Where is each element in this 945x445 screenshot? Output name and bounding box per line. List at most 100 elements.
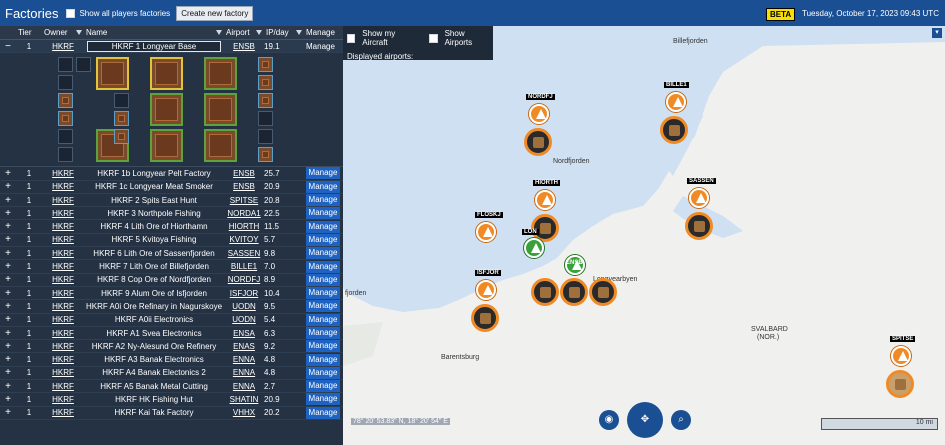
- header-name[interactable]: Name: [84, 28, 224, 37]
- airport-link[interactable]: KVITOY: [224, 235, 264, 244]
- airport-link[interactable]: ENSA: [224, 329, 264, 338]
- owner-link[interactable]: HKRF: [42, 182, 84, 191]
- table-row[interactable]: +1 HKRF HKRF 3 Northpole Fishing NORDA1 22.5…: [0, 207, 343, 221]
- slot-item[interactable]: [258, 147, 273, 163]
- airport-link[interactable]: NORDA1: [224, 209, 264, 218]
- slot-item[interactable]: [258, 75, 273, 91]
- owner-link[interactable]: HKRF: [42, 368, 84, 377]
- table-row[interactable]: +1 HKRF HKRF 1c Longyear Meat Smoker ENSB 20…: [0, 180, 343, 194]
- table-row[interactable]: +1 HKRF HKRF 7 Lith Ore of Billefjorden BIL…: [0, 260, 343, 274]
- pan-control[interactable]: ✥: [627, 402, 663, 438]
- slot-item[interactable]: [258, 93, 273, 109]
- slot-item-large[interactable]: [204, 93, 237, 127]
- slot[interactable]: [58, 129, 73, 145]
- airport-link[interactable]: SHATIN: [224, 395, 264, 404]
- slot-item-large[interactable]: [204, 129, 237, 163]
- table-row-expanded[interactable]: − 1 HKRF HKRF 1 Longyear Base ENSB 19.1 …: [0, 40, 343, 54]
- table-row[interactable]: +1 HKRF HKRF 8 Cop Ore of Nordfjorden NORDF…: [0, 273, 343, 287]
- map-view[interactable]: Show my Aircraft Show Airports Displayed…: [343, 26, 945, 445]
- table-row[interactable]: +1 HKRF HKRF A1 Svea Electronics ENSA 6.3 Man…: [0, 327, 343, 341]
- expand-toggle[interactable]: +: [0, 407, 16, 418]
- filter-icon[interactable]: [76, 30, 82, 35]
- manage-button[interactable]: Manage: [306, 42, 335, 51]
- factory-marker[interactable]: [531, 278, 559, 306]
- table-row[interactable]: +1 HKRF HKRF 5 Kvitoya Fishing KVITOY 5.7 Man…: [0, 233, 343, 248]
- create-factory-button[interactable]: Create new factory: [176, 5, 254, 21]
- expand-toggle[interactable]: +: [0, 381, 16, 392]
- manage-button[interactable]: Manage: [306, 260, 340, 273]
- slot[interactable]: [58, 57, 73, 73]
- factory-marker[interactable]: [471, 304, 499, 332]
- factory-marker[interactable]: [589, 278, 617, 306]
- factory-name[interactable]: HKRF 1 Longyear Base: [87, 40, 221, 52]
- expand-toggle[interactable]: +: [0, 195, 16, 206]
- table-row[interactable]: +1 HKRF HKRF A0ii Electronics UODN 5.4 Manage: [0, 313, 343, 327]
- expand-toggle[interactable]: +: [0, 367, 16, 378]
- eye-icon[interactable]: ◉: [599, 410, 619, 430]
- owner-link[interactable]: HKRF: [42, 302, 84, 311]
- expand-toggle[interactable]: +: [0, 248, 16, 259]
- owner-link[interactable]: HKRF: [42, 249, 84, 258]
- owner-link[interactable]: HKRF: [42, 289, 84, 298]
- manage-button[interactable]: Manage: [306, 366, 340, 379]
- manage-button[interactable]: Manage: [306, 167, 340, 180]
- filter-icon[interactable]: [296, 30, 302, 35]
- airport-marker[interactable]: [529, 104, 549, 124]
- table-row[interactable]: +1 HKRF HKRF HK Fishing Hut SHATIN 20.9 Manag…: [0, 393, 343, 407]
- manage-button[interactable]: Manage: [306, 340, 340, 353]
- airport-link[interactable]: SPITSE: [224, 196, 264, 205]
- collapse-toggle[interactable]: −: [0, 41, 16, 52]
- table-row[interactable]: +1 HKRF HKRF 4 Lith Ore of Hiorthamn HIORTH…: [0, 220, 343, 234]
- slot[interactable]: [58, 75, 73, 91]
- owner-link[interactable]: HKRF: [42, 342, 84, 351]
- manage-button[interactable]: Manage: [306, 327, 340, 339]
- manage-button[interactable]: Manage: [306, 380, 340, 393]
- slot-item[interactable]: [114, 129, 129, 145]
- table-row[interactable]: +1 HKRF HKRF 2 Spits East Hunt SPITSE 20.8 Ma…: [0, 194, 343, 208]
- filter-icon[interactable]: [256, 30, 262, 35]
- expand-toggle[interactable]: +: [0, 234, 16, 245]
- owner-link[interactable]: HKRF: [42, 382, 84, 391]
- airport-link[interactable]: ENNA: [224, 368, 264, 377]
- airport-link[interactable]: ENSB: [224, 169, 264, 178]
- owner-link[interactable]: HKRF: [42, 262, 84, 271]
- collapse-panel-button[interactable]: ▾: [932, 28, 942, 38]
- factory-marker[interactable]: [560, 278, 588, 306]
- expand-toggle[interactable]: +: [0, 208, 16, 219]
- manage-button[interactable]: Manage: [306, 207, 340, 220]
- expand-toggle[interactable]: +: [0, 261, 16, 272]
- slot[interactable]: [258, 129, 273, 145]
- table-row[interactable]: +1 HKRF HKRF A4 Banak Electonics 2 ENNA 4.8 M…: [0, 366, 343, 381]
- airport-marker[interactable]: [535, 190, 555, 210]
- owner-link[interactable]: HKRF: [42, 355, 84, 364]
- airport-marker[interactable]: [476, 280, 496, 300]
- expand-toggle[interactable]: +: [0, 274, 16, 285]
- airport-link[interactable]: UODN: [224, 315, 264, 324]
- airport-link[interactable]: ENSB: [224, 182, 264, 191]
- airport-link[interactable]: UODN: [224, 302, 264, 311]
- manage-button[interactable]: Manage: [306, 300, 340, 313]
- table-row[interactable]: +1 HKRF HKRF 1b Longyear Pelt Factory ENSB 2…: [0, 167, 343, 181]
- zoom-icon[interactable]: ⌕: [671, 410, 691, 430]
- slot-item-large[interactable]: [204, 57, 237, 91]
- manage-button[interactable]: Manage: [306, 247, 340, 260]
- header-airport[interactable]: Airport: [224, 28, 264, 37]
- table-row[interactable]: +1 HKRF HKRF A0i Ore Refinary in Nagurskoy…: [0, 300, 343, 314]
- owner-link[interactable]: HKRF: [42, 209, 84, 218]
- airport-link[interactable]: NORDFJ: [224, 275, 264, 284]
- show-airports-checkbox[interactable]: [429, 33, 438, 43]
- slot-item-large[interactable]: [150, 129, 183, 163]
- slot[interactable]: [114, 93, 129, 109]
- header-owner[interactable]: Owner: [42, 28, 84, 37]
- slot[interactable]: [258, 111, 273, 127]
- airport-link[interactable]: ENSB: [224, 42, 264, 51]
- slot[interactable]: [76, 57, 91, 73]
- manage-button[interactable]: Manage: [306, 194, 340, 207]
- show-all-players-toggle[interactable]: Show all players factories: [66, 8, 170, 18]
- airport-link[interactable]: BILLE1: [224, 262, 264, 271]
- table-row[interactable]: +1 HKRF HKRF A2 Ny-Alesund Ore Refinery ENA…: [0, 340, 343, 354]
- slot[interactable]: [58, 147, 73, 163]
- factory-marker[interactable]: [886, 370, 914, 398]
- airport-link[interactable]: ENAS: [224, 342, 264, 351]
- owner-link[interactable]: HKRF: [42, 315, 84, 324]
